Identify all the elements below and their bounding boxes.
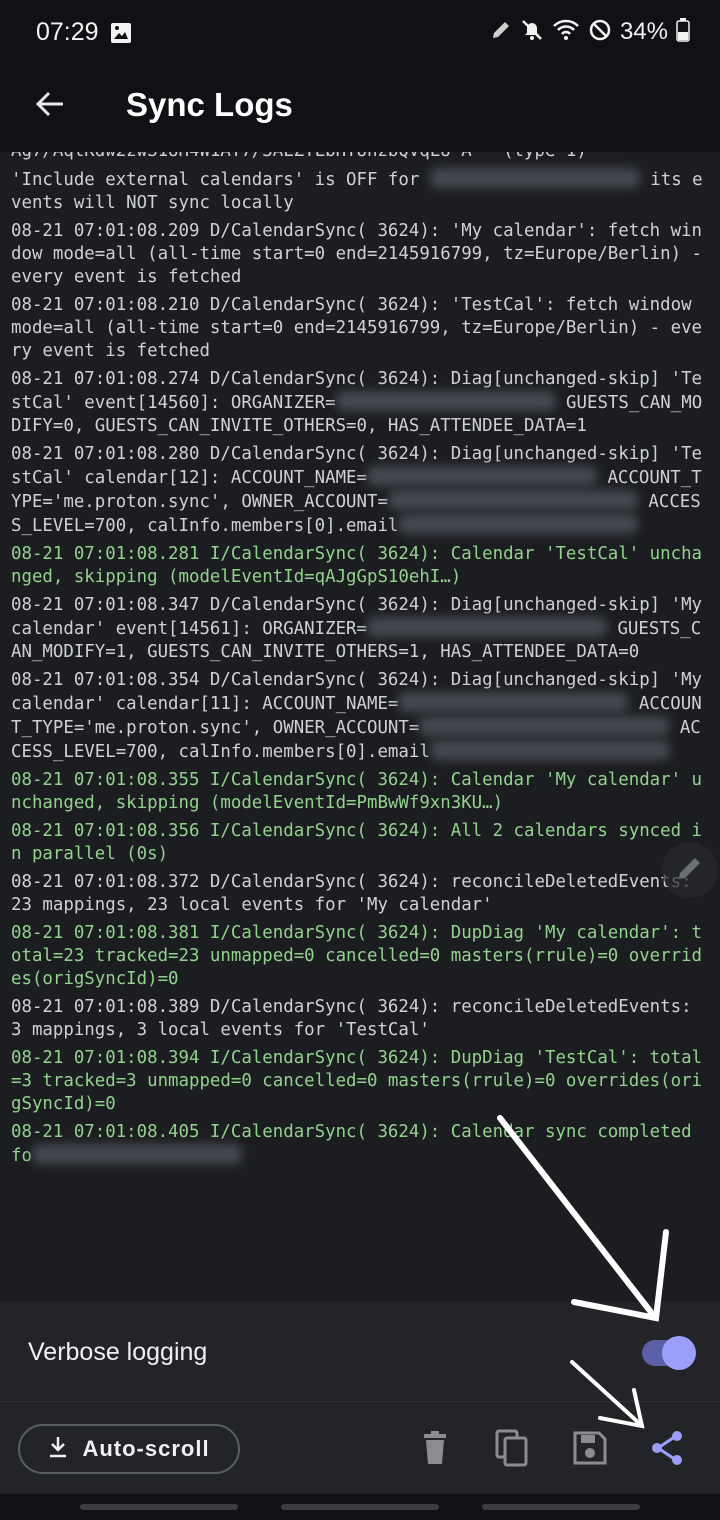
- arrow-back-icon: [35, 89, 65, 123]
- auto-scroll-button[interactable]: Auto-scroll: [18, 1424, 240, 1474]
- redacted-text: [429, 168, 640, 188]
- save-button[interactable]: [568, 1428, 612, 1472]
- dnd-icon: [588, 18, 612, 46]
- log-text: 'Include external calendars' is OFF for: [11, 170, 430, 190]
- log-text: 08-21 07:01:08.210 D/CalendarSync( 3624)…: [11, 295, 703, 361]
- log-entry: 08-21 07:01:08.209 D/CalendarSync( 3624)…: [11, 220, 711, 289]
- back-button[interactable]: [26, 82, 74, 130]
- log-text: 08-21 07:01:08.209 D/CalendarSync( 3624)…: [11, 221, 713, 287]
- redacted-text: [429, 740, 670, 760]
- verbose-logging-switch[interactable]: [642, 1336, 696, 1370]
- copy-button[interactable]: [490, 1428, 534, 1472]
- redacted-text: [398, 692, 629, 712]
- log-entry: 08-21 07:01:08.372 D/CalendarSync( 3624)…: [11, 871, 711, 917]
- save-icon: [573, 1431, 607, 1469]
- bottom-toolbar: Auto-scroll: [0, 1402, 720, 1494]
- log-entry: 'Include external calendars' is OFF for …: [11, 168, 711, 215]
- app-bar: Sync Logs: [0, 68, 720, 152]
- redacted-text: [31, 1144, 242, 1164]
- image-icon: [110, 22, 132, 48]
- log-entry: 08-21 07:01:08.347 D/CalendarSync( 3624)…: [11, 594, 711, 664]
- log-text: 08-21 07:01:08.394 I/CalendarSync( 3624)…: [11, 1048, 703, 1114]
- redacted-text: [387, 490, 638, 510]
- log-text: 08-21 07:01:08.356 I/CalendarSync( 3624)…: [11, 821, 703, 864]
- auto-scroll-label: Auto-scroll: [82, 1436, 210, 1461]
- log-entry: 08-21 07:01:08.354 D/CalendarSync( 3624)…: [11, 669, 711, 764]
- log-list: Ag7/AqtKdw2zwS1UH4W1AT7/3ALZTLbHTUhzbQVq…: [11, 152, 711, 1173]
- pen-icon: [490, 19, 512, 45]
- log-text: Ag7/AqtKdw2zwS1UH4W1AT7/3ALZTLbHTUhzbQVq…: [11, 152, 587, 161]
- log-entry: 08-21 07:01:08.381 I/CalendarSync( 3624)…: [11, 922, 711, 991]
- log-entry: 08-21 07:01:08.394 I/CalendarSync( 3624)…: [11, 1047, 711, 1116]
- status-icons: 34%: [490, 18, 690, 46]
- delete-button[interactable]: [413, 1428, 457, 1472]
- log-entry: 08-21 07:01:08.274 D/CalendarSync( 3624)…: [11, 368, 711, 438]
- log-text: 08-21 07:01:08.389 D/CalendarSync( 3624)…: [11, 997, 703, 1040]
- wifi-icon: [552, 18, 580, 46]
- log-entry: 08-21 07:01:08.356 I/CalendarSync( 3624)…: [11, 820, 711, 866]
- log-entry: 08-21 07:01:08.281 I/CalendarSync( 3624)…: [11, 543, 711, 589]
- download-arrow-icon: [48, 1436, 68, 1462]
- nav-handle-right: [482, 1504, 640, 1510]
- log-text: 08-21 07:01:08.281 I/CalendarSync( 3624)…: [11, 544, 703, 587]
- redacted-text: [419, 716, 670, 736]
- log-text: 08-21 07:01:08.372 D/CalendarSync( 3624)…: [11, 872, 692, 915]
- mute-icon: [520, 18, 544, 46]
- nav-handle-left: [80, 1504, 238, 1510]
- log-entry: 08-21 07:01:08.210 D/CalendarSync( 3624)…: [11, 294, 711, 363]
- log-entry: 08-21 07:01:08.280 D/CalendarSync( 3624)…: [11, 443, 711, 538]
- battery-icon: [676, 18, 690, 46]
- edit-button[interactable]: [662, 842, 718, 898]
- status-time: 07:29: [36, 18, 99, 46]
- pencil-icon: [675, 853, 705, 887]
- verbose-logging-label: Verbose logging: [28, 1338, 208, 1366]
- share-icon: [650, 1430, 684, 1470]
- log-text: 08-21 07:01:08.381 I/CalendarSync( 3624)…: [11, 923, 703, 989]
- log-entry: 08-21 07:01:08.405 I/CalendarSync( 3624)…: [11, 1121, 711, 1168]
- log-entry: 08-21 07:01:08.389 D/CalendarSync( 3624)…: [11, 996, 711, 1042]
- log-entry: 08-21 07:01:08.355 I/CalendarSync( 3624)…: [11, 769, 711, 815]
- redacted-text: [366, 466, 597, 486]
- log-entry: Ag7/AqtKdw2zwS1UH4W1AT7/3ALZTLbHTUhzbQVq…: [11, 152, 711, 163]
- battery-percent: 34%: [619, 18, 668, 45]
- share-button[interactable]: [645, 1428, 689, 1472]
- navigation-gesture-bar: [0, 1494, 720, 1520]
- redacted-text: [366, 617, 607, 637]
- log-text: 08-21 07:01:08.355 I/CalendarSync( 3624)…: [11, 770, 703, 813]
- redacted-text: [398, 514, 639, 534]
- redacted-text: [335, 391, 556, 411]
- nav-handle-center: [281, 1504, 439, 1510]
- copy-icon: [495, 1429, 529, 1471]
- switch-knob: [662, 1336, 696, 1370]
- status-bar: 07:29 34%: [0, 0, 720, 68]
- log-viewer[interactable]: Ag7/AqtKdw2zwS1UH4W1AT7/3ALZTLbHTUhzbQVq…: [0, 152, 720, 1302]
- delete-icon: [420, 1431, 450, 1469]
- verbose-logging-row: Verbose logging: [0, 1302, 720, 1402]
- page-title: Sync Logs: [126, 86, 293, 123]
